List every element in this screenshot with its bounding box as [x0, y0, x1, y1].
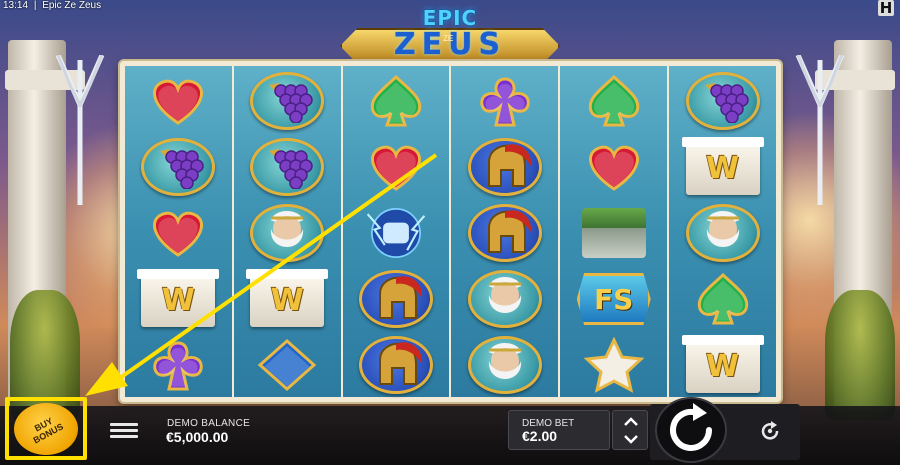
buy-bonus-button[interactable]: BUY BONUS — [14, 403, 78, 455]
logo-ze-text: ZE — [443, 34, 454, 43]
grapes-goblet-icon — [685, 72, 760, 130]
reel-cell — [125, 70, 232, 132]
reel-column: WW — [669, 66, 776, 397]
green-spade-gem-icon — [359, 73, 433, 129]
reel-cell: W — [669, 136, 776, 198]
reel-cell — [669, 268, 776, 330]
reel-cell — [451, 70, 558, 132]
zeus-portrait-icon — [250, 204, 325, 262]
heart-gem-icon — [577, 139, 651, 195]
w-temple-icon: W — [681, 335, 764, 393]
game-logo: EPIC ZEUS ZE — [340, 4, 560, 66]
spartan-helmet-icon — [359, 336, 434, 394]
heart-gem-icon — [141, 205, 215, 261]
reel-column — [451, 66, 559, 397]
reel-cell — [451, 334, 558, 396]
w-temple-icon: W — [246, 269, 329, 327]
buy-bonus-label: BUY BONUS — [31, 415, 66, 446]
w-temple-icon: W — [137, 269, 220, 327]
reel-cell — [234, 334, 341, 396]
provider-logo: H — [878, 0, 894, 17]
reel-cell: FS — [560, 268, 667, 330]
reel-column — [342, 66, 450, 397]
blue-diamond-gem-icon — [250, 337, 324, 393]
reel-cell — [125, 334, 232, 396]
bet-stepper[interactable] — [612, 410, 648, 450]
reel-column: FS — [560, 66, 668, 397]
grapes-goblet-icon — [250, 72, 325, 130]
reel-cell — [560, 136, 667, 198]
purple-clover-gem-icon — [468, 73, 542, 129]
temple-ruins-icon — [577, 205, 651, 261]
balance-label: DEMO BALANCE — [167, 418, 251, 429]
reel-cell — [669, 202, 776, 264]
spartan-helmet-icon — [359, 270, 434, 328]
grapes-goblet-icon — [141, 138, 216, 196]
reel-cell — [343, 70, 450, 132]
w-temple-icon: W — [681, 137, 764, 195]
chevron-up-icon[interactable] — [623, 416, 639, 428]
game-title: Epic Ze Zeus — [42, 0, 102, 11]
reel-column: W — [233, 66, 341, 397]
reel-cell — [560, 202, 667, 264]
reel-cell — [343, 136, 450, 198]
purple-clover-gem-icon — [141, 337, 215, 393]
reel-frame: W W FS W W — [120, 61, 781, 402]
balance-value: €5,000.00 — [166, 429, 229, 445]
reel-cell — [560, 334, 667, 396]
trident-right-icon — [795, 55, 845, 205]
zeus-portrait-icon — [685, 204, 760, 262]
reel-cell — [451, 202, 558, 264]
star-gem-icon — [577, 337, 651, 393]
autoplay-icon[interactable] — [757, 420, 783, 442]
reel-cell — [343, 334, 450, 396]
menu-hamburger-icon[interactable] — [110, 420, 138, 442]
spartan-helmet-icon — [467, 138, 542, 196]
thunder-fist-icon — [359, 205, 433, 261]
zeus-portrait-icon — [467, 336, 542, 394]
spartan-helmet-icon — [467, 204, 542, 262]
reel-cell — [125, 202, 232, 264]
spin-refresh-icon — [670, 403, 712, 451]
zeus-portrait-icon — [467, 270, 542, 328]
reel-cell — [560, 70, 667, 132]
status-separator: | — [33, 0, 37, 11]
heart-gem-icon — [141, 73, 215, 129]
status-bar: 13:14 | Epic Ze Zeus — [0, 0, 101, 14]
spin-button[interactable] — [655, 397, 727, 463]
clock-time: 13:14 — [3, 0, 29, 11]
green-spade-gem-icon — [686, 271, 760, 327]
olive-bush-right — [825, 290, 895, 420]
chevron-down-icon[interactable] — [623, 433, 639, 445]
reel-cell — [451, 136, 558, 198]
free-spins-scatter-icon: FS — [576, 271, 651, 327]
reel-cell — [234, 70, 341, 132]
reel-cell: W — [125, 268, 232, 330]
reel-cell — [343, 202, 450, 264]
logo-zeus-text: ZEUS — [393, 27, 507, 62]
reel-cell: W — [234, 268, 341, 330]
reel-cell — [669, 70, 776, 132]
reel-column: W — [125, 66, 232, 397]
reel-cell — [234, 136, 341, 198]
grapes-goblet-icon — [250, 138, 325, 196]
reel-cell — [343, 268, 450, 330]
trident-left-icon — [55, 55, 105, 205]
bet-value: €2.00 — [522, 428, 558, 444]
green-spade-gem-icon — [577, 73, 651, 129]
reel-cell — [234, 202, 341, 264]
reel-grid: W W FS W W — [125, 66, 776, 397]
reel-cell — [451, 268, 558, 330]
heart-gem-icon — [359, 139, 433, 195]
reel-cell — [125, 136, 232, 198]
reel-cell: W — [669, 334, 776, 396]
